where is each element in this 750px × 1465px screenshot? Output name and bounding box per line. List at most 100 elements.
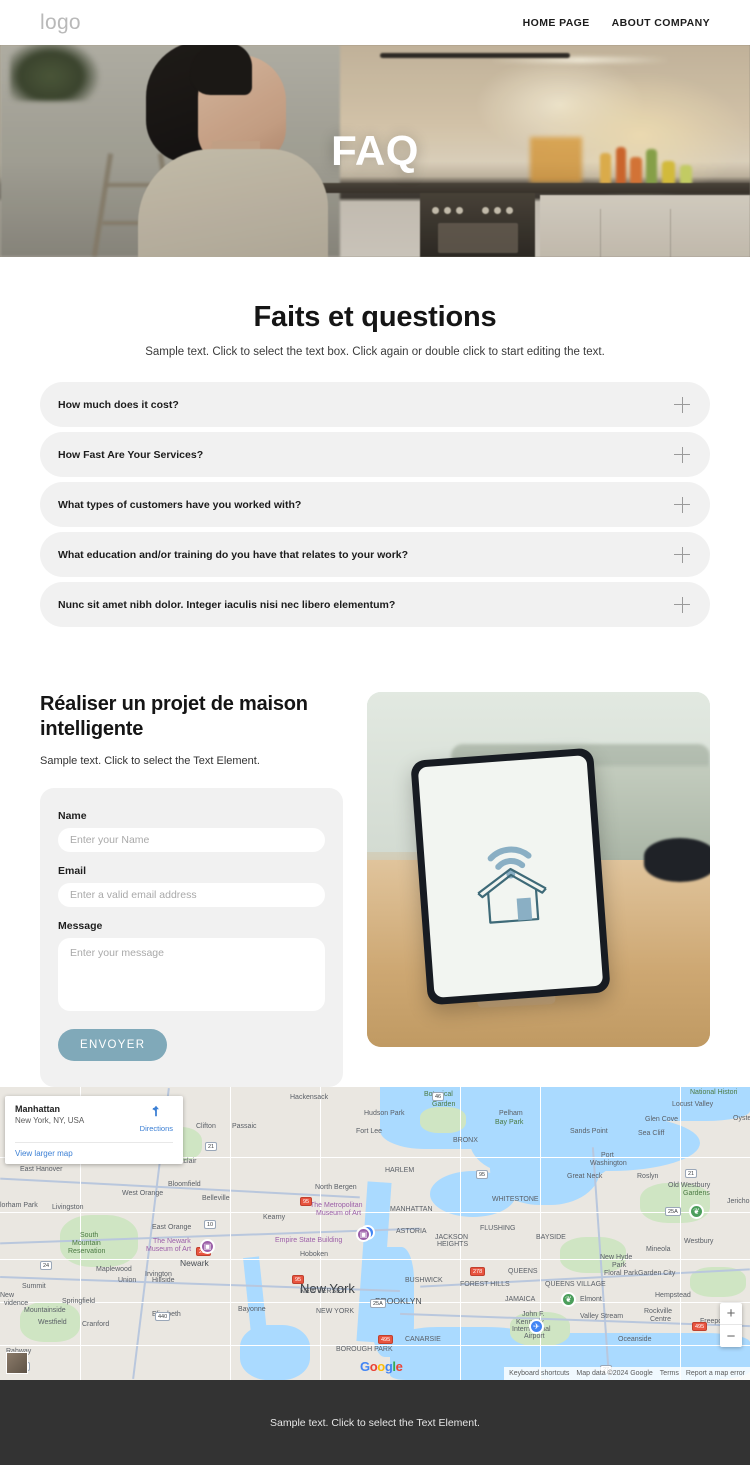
map-place-label: Pelham (499, 1110, 523, 1117)
contact-section: Réaliser un projet de maison intelligent… (0, 632, 750, 1087)
map-place-label: Fort Lee (356, 1128, 383, 1135)
map-data-text: Map data ©2024 Google (576, 1370, 653, 1377)
map-place-label: Bayonne (238, 1306, 266, 1313)
faq-accordion-list: How much does it cost? How Fast Are Your… (40, 382, 710, 627)
map-place-label: BUSHWICK (405, 1277, 443, 1284)
map-place-label: Valley Stream (580, 1313, 624, 1320)
nav-link-home-page[interactable]: HOME PAGE (523, 17, 590, 29)
contact-title: Réaliser un projet de maison intelligent… (40, 693, 308, 740)
nav-link-about-company[interactable]: ABOUT COMPANY (612, 17, 710, 29)
map-place-label: The Newark (153, 1238, 191, 1245)
road (0, 1212, 750, 1213)
route-shield: 21 (685, 1169, 698, 1178)
report-error-link[interactable]: Report a map error (686, 1370, 745, 1377)
map-place-label: QUEENS VILLAGE (545, 1281, 606, 1288)
map-place-label: Reservation (68, 1248, 106, 1255)
map-place-label: BRONX (453, 1137, 478, 1144)
map-section[interactable]: 46 21 95 95 21 25A 10 280 24 95 25A 278 … (0, 1087, 750, 1380)
zoom-out-button[interactable]: − (720, 1325, 742, 1347)
smart-home-tablet-image (367, 692, 710, 1047)
faq-question: Nunc sit amet nibh dolor. Integer iaculi… (58, 598, 396, 611)
terms-link[interactable]: Terms (660, 1370, 679, 1377)
museum-pin[interactable]: ▣ (200, 1239, 215, 1254)
park-pin[interactable]: ❦ (561, 1292, 576, 1307)
route-shield: 25A (370, 1299, 386, 1308)
map-directions-button[interactable]: Directions (140, 1104, 173, 1133)
map-place-label: Newark (180, 1258, 209, 1268)
faq-subtitle: Sample text. Click to select the text bo… (145, 346, 605, 358)
map-place-label: Hempstead (655, 1292, 691, 1299)
interstate-shield: 95 (300, 1197, 313, 1206)
map-place-label: Elmont (580, 1296, 602, 1303)
directions-arrow-icon (152, 1105, 160, 1117)
faq-item[interactable]: What types of customers have you worked … (40, 482, 710, 527)
site-logo[interactable]: logo (40, 11, 81, 35)
map-place-label: Hoboken (300, 1251, 329, 1258)
route-shield: 440 (155, 1312, 171, 1321)
faq-item[interactable]: Nunc sit amet nibh dolor. Integer iaculi… (40, 582, 710, 627)
faq-question: What types of customers have you worked … (58, 498, 302, 511)
map-street-view-thumbnail[interactable] (6, 1352, 28, 1374)
bay (240, 1325, 310, 1380)
faq-item[interactable]: What education and/or training do you ha… (40, 532, 710, 577)
plus-icon[interactable] (674, 596, 690, 613)
plus-icon[interactable] (674, 446, 690, 463)
map-info-card[interactable]: Manhattan New York, NY, USA Directions V… (5, 1096, 183, 1164)
map-place-label: Mountain (72, 1240, 101, 1247)
message-textarea[interactable] (58, 938, 325, 1011)
plus-icon[interactable] (674, 496, 690, 513)
name-input[interactable] (58, 828, 325, 852)
email-input[interactable] (58, 883, 325, 907)
map-place-label: Bay Park (495, 1119, 524, 1126)
map-place-label: HARLEM (385, 1167, 415, 1174)
map-place-label: Hudson Park (364, 1110, 405, 1117)
map-place-label: Hillside (152, 1277, 175, 1284)
google-logo-letter: G (360, 1359, 370, 1374)
map-place-label: East Orange (152, 1224, 192, 1231)
name-label: Name (58, 810, 87, 822)
site-footer: Sample text. Click to select the Text El… (0, 1380, 750, 1465)
contact-left-column: Réaliser un projet de maison intelligent… (40, 692, 343, 1087)
map-place-label: Passaic (232, 1123, 257, 1130)
plus-icon[interactable] (674, 546, 690, 563)
map-place-label: NEW JERSEY (300, 1288, 346, 1295)
footer-text: Sample text. Click to select the Text El… (270, 1416, 480, 1429)
zoom-in-button[interactable]: + (720, 1303, 742, 1325)
map-place-label: Great Neck (567, 1173, 603, 1180)
submit-button[interactable]: ENVOYER (58, 1029, 168, 1061)
interstate-shield: 278 (470, 1267, 486, 1276)
route-shield: 24 (40, 1261, 53, 1270)
map-attribution-bar: Keyboard shortcuts Map data ©2024 Google… (504, 1367, 750, 1380)
road (680, 1087, 681, 1380)
view-larger-map-link[interactable]: View larger map (15, 1142, 173, 1158)
park-pin[interactable]: ❦ (689, 1204, 704, 1219)
map-place-label: New Hyde (600, 1254, 633, 1261)
interstate-shield: 495 (378, 1335, 394, 1344)
map-place-label: Washington (590, 1160, 627, 1167)
map-place-label: JAMAICA (505, 1296, 536, 1303)
map-place-label: BOROUGH PARK (336, 1346, 393, 1353)
plus-icon[interactable] (674, 396, 690, 413)
keyboard-shortcuts-link[interactable]: Keyboard shortcuts (509, 1370, 569, 1377)
map-place-label: Centre (650, 1316, 672, 1323)
map-place-label: JACKSON (435, 1234, 469, 1241)
route-shield: 25A (665, 1207, 681, 1216)
airport-pin[interactable]: ✈ (529, 1319, 544, 1334)
map-place-label: New (0, 1292, 15, 1299)
faq-item[interactable]: How Fast Are Your Services? (40, 432, 710, 477)
map-place-label: HEIGHTS (437, 1241, 469, 1248)
museum-pin[interactable]: ▣ (356, 1227, 371, 1242)
faq-item[interactable]: How much does it cost? (40, 382, 710, 427)
map-place-label: Westfield (38, 1319, 67, 1326)
google-logo: Google (360, 1359, 403, 1374)
google-logo-letter: e (395, 1359, 403, 1374)
map-place-label: Sands Point (570, 1128, 608, 1135)
road (230, 1087, 231, 1380)
google-logo-letter: o (377, 1359, 385, 1374)
map-place-label: John F. (522, 1311, 545, 1318)
map-place-label: MANHATTAN (390, 1206, 433, 1213)
road (0, 1259, 750, 1260)
map-place-label: Airport (524, 1333, 545, 1340)
map-place-label: Port (601, 1152, 614, 1159)
map-place-label: Union (118, 1277, 137, 1284)
